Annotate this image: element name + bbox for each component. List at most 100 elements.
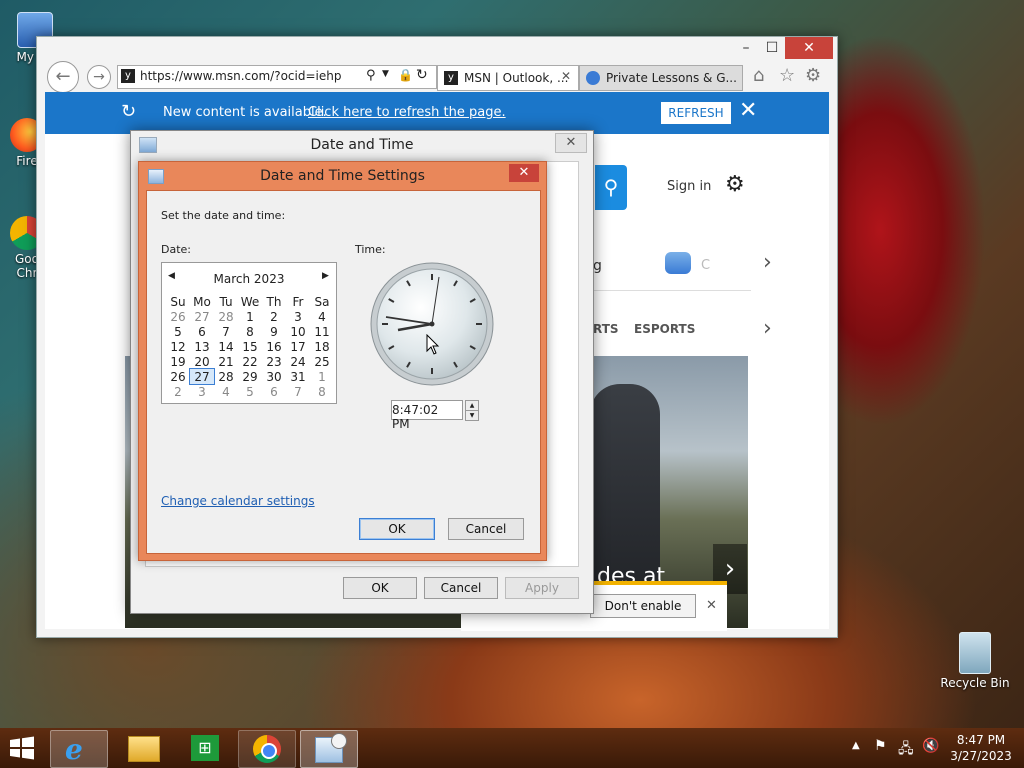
search-icon: ⚲ xyxy=(603,175,619,199)
calendar-day[interactable]: 6 xyxy=(262,384,286,399)
url-text: https://www.msn.com/?ocid=iehp xyxy=(140,69,342,83)
time-input[interactable]: 8:47:02 PM xyxy=(391,400,463,431)
calendar-day[interactable]: 4 xyxy=(310,309,334,324)
cancel-button[interactable]: Cancel xyxy=(448,518,524,540)
nav-item-sports[interactable]: RTS xyxy=(593,322,619,336)
clock-time[interactable]: 8:47 PM xyxy=(946,733,1016,747)
date-label: Date: xyxy=(161,243,191,256)
nav-item-esports[interactable]: ESPORTS xyxy=(634,322,695,336)
calendar-day[interactable]: 12 xyxy=(166,339,190,354)
carousel-next-icon[interactable]: › xyxy=(763,250,772,275)
calendar-day[interactable]: 15 xyxy=(238,339,262,354)
calendar-day[interactable]: 16 xyxy=(262,339,286,354)
sign-in-link[interactable]: Sign in xyxy=(667,179,711,194)
desktop-icon-recycle-bin[interactable]: Recycle Bin xyxy=(938,632,1012,690)
calendar-day[interactable]: 9 xyxy=(262,324,286,339)
weekday-header: We xyxy=(240,294,260,309)
tools-gear-icon[interactable]: ⚙ xyxy=(805,65,821,86)
change-calendar-link[interactable]: Change calendar settings xyxy=(161,494,315,508)
refresh-icon[interactable]: ↻ xyxy=(416,67,428,83)
taskbar-store-button[interactable]: ⊞ xyxy=(176,730,232,766)
calendar-day[interactable]: 14 xyxy=(214,339,238,354)
calendar-day[interactable]: 26 xyxy=(166,309,190,324)
apply-button[interactable]: Apply xyxy=(505,577,579,599)
taskbar-ie-button[interactable]: e xyxy=(50,730,108,768)
calendar-day[interactable]: 11 xyxy=(310,324,334,339)
address-bar[interactable]: y https://www.msn.com/?ocid=iehp ⚲ ▼ 🔒 ↻ xyxy=(117,65,437,89)
calendar-day[interactable]: 22 xyxy=(238,354,262,369)
popup-close-icon[interactable]: ✕ xyxy=(706,598,717,613)
calendar-day[interactable]: 1 xyxy=(310,369,334,384)
home-icon[interactable]: ⌂ xyxy=(753,65,764,86)
notification-close-icon[interactable]: ✕ xyxy=(739,98,757,123)
calendar-day[interactable]: 25 xyxy=(310,354,334,369)
calendar-day[interactable]: 23 xyxy=(262,354,286,369)
calendar-day[interactable]: 19 xyxy=(166,354,190,369)
tab-private-lessons[interactable]: Private Lessons & G... xyxy=(579,65,743,91)
calendar-day[interactable]: 29 xyxy=(238,369,262,384)
globe-icon xyxy=(586,71,600,85)
calendar-day[interactable]: 18 xyxy=(310,339,334,354)
tab-close-icon[interactable]: ✕ xyxy=(561,69,571,83)
ok-button[interactable]: OK xyxy=(359,518,435,540)
action-center-flag-icon[interactable]: ⚑ xyxy=(874,738,887,754)
forward-button[interactable]: → xyxy=(87,65,111,89)
nav-next-icon[interactable]: › xyxy=(763,316,772,341)
network-icon[interactable]: 🖧 xyxy=(898,738,914,762)
search-button[interactable]: ⚲ xyxy=(595,165,627,210)
next-month-icon[interactable]: ▶ xyxy=(322,271,329,281)
calendar-day[interactable]: 5 xyxy=(238,384,262,399)
calendar-day[interactable]: 6 xyxy=(190,324,214,339)
calendar-day[interactable]: 24 xyxy=(286,354,310,369)
calendar-day[interactable]: 20 xyxy=(190,354,214,369)
calendar-day[interactable]: 17 xyxy=(286,339,310,354)
close-button[interactable]: ✕ xyxy=(785,37,833,59)
settings-gear-icon[interactable]: ⚙ xyxy=(725,172,745,197)
taskbar-chrome-button[interactable] xyxy=(238,730,296,768)
calendar-day[interactable]: 10 xyxy=(286,324,310,339)
weekday-header: Sa xyxy=(314,294,330,309)
calendar-day-selected[interactable]: 27 xyxy=(189,368,215,385)
calendar-day[interactable]: 8 xyxy=(310,384,334,399)
calendar-day[interactable]: 21 xyxy=(214,354,238,369)
dialog-close-button[interactable]: ✕ xyxy=(555,133,587,153)
calendar-day[interactable]: 7 xyxy=(214,324,238,339)
calendar-day[interactable]: 13 xyxy=(190,339,214,354)
taskbar-explorer-button[interactable] xyxy=(114,730,170,766)
calendar-day[interactable]: 3 xyxy=(190,384,214,399)
calendar-day[interactable]: 27 xyxy=(190,309,214,324)
notification-text: New content is available. xyxy=(163,105,327,120)
month-title[interactable]: March 2023 xyxy=(162,272,336,286)
calendar-day[interactable]: 5 xyxy=(166,324,190,339)
dialog-close-button[interactable]: ✕ xyxy=(509,164,539,182)
calendar-day[interactable]: 28 xyxy=(214,309,238,324)
dont-enable-button[interactable]: Don't enable xyxy=(590,594,696,618)
calendar-day[interactable]: 7 xyxy=(286,384,310,399)
cancel-button[interactable]: Cancel xyxy=(424,577,498,599)
calendar-day[interactable]: 31 xyxy=(286,369,310,384)
calendar-day[interactable]: 3 xyxy=(286,309,310,324)
calendar-day[interactable]: 4 xyxy=(214,384,238,399)
favorites-star-icon[interactable]: ☆ xyxy=(779,65,795,86)
maximize-button[interactable]: ☐ xyxy=(757,37,787,59)
ok-button[interactable]: OK xyxy=(343,577,417,599)
calendar-day[interactable]: 8 xyxy=(238,324,262,339)
calendar-day[interactable]: 2 xyxy=(262,309,286,324)
show-hidden-icons[interactable]: ▲ xyxy=(852,740,860,751)
calendar-day[interactable]: 1 xyxy=(238,309,262,324)
calendar-day[interactable]: 28 xyxy=(214,369,238,384)
search-icon[interactable]: ⚲ xyxy=(366,68,376,83)
back-button[interactable]: ← xyxy=(47,61,79,93)
dropdown-icon[interactable]: ▼ xyxy=(382,69,389,79)
start-button[interactable] xyxy=(8,736,38,760)
time-spin-down[interactable]: ▼ xyxy=(465,410,479,421)
calendar-day[interactable]: 26 xyxy=(166,369,190,384)
refresh-page-link[interactable]: Click here to refresh the page. xyxy=(308,105,506,120)
tab-msn[interactable]: y MSN | Outlook, ... xyxy=(437,65,579,91)
volume-muted-icon[interactable]: 🔇 xyxy=(922,738,939,754)
calendar-day[interactable]: 2 xyxy=(166,384,190,399)
taskbar-datetime-button[interactable] xyxy=(300,730,358,768)
calendar-day[interactable]: 30 xyxy=(262,369,286,384)
refresh-button[interactable]: REFRESH xyxy=(661,102,731,124)
clock-date[interactable]: 3/27/2023 xyxy=(946,749,1016,763)
